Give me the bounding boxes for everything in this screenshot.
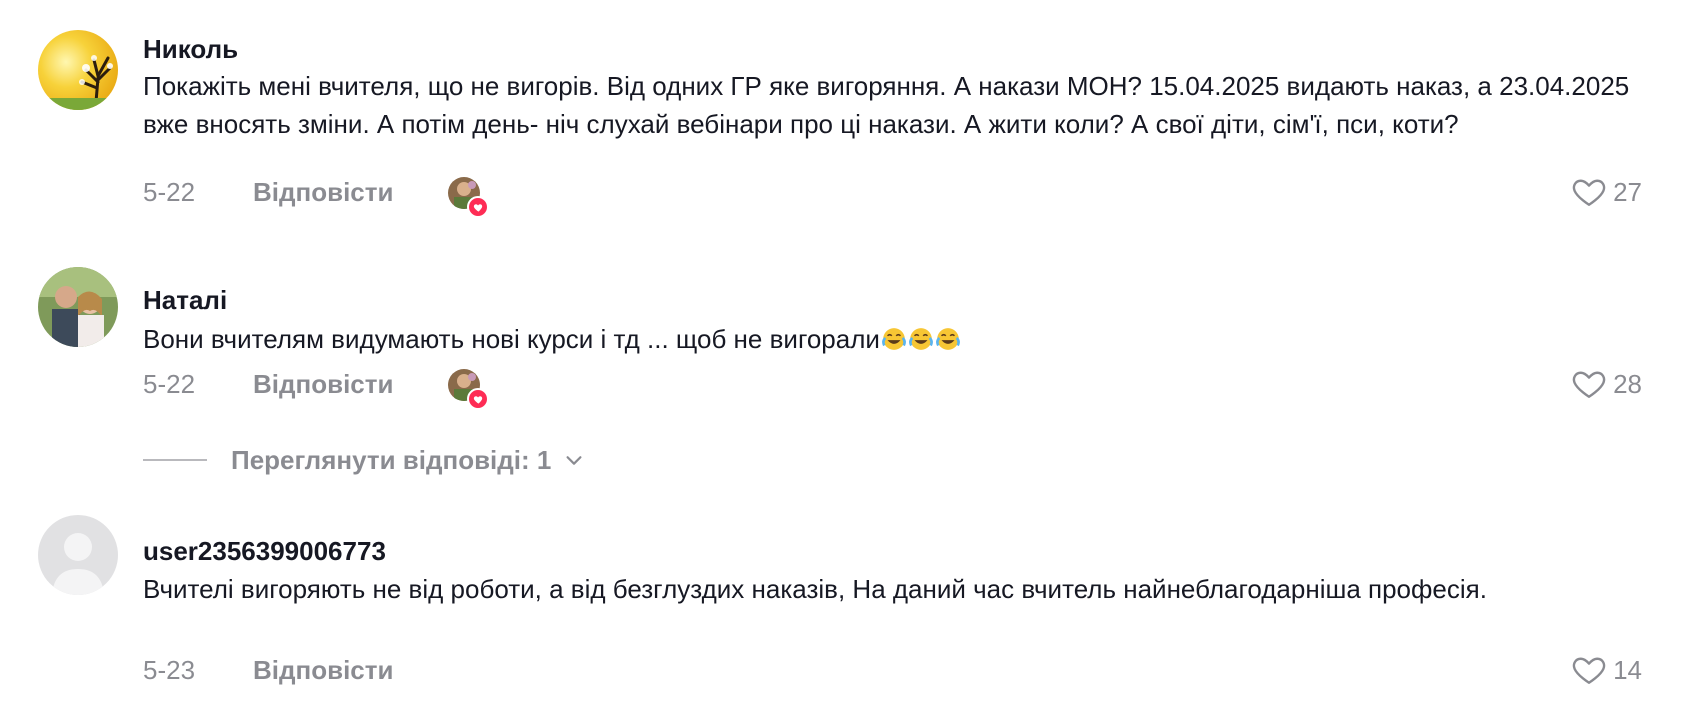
chevron-down-icon bbox=[566, 456, 582, 465]
heart-outline-icon bbox=[1572, 179, 1606, 206]
reply-button[interactable]: Відповісти bbox=[253, 655, 393, 686]
face-with-tears-of-joy-icon bbox=[909, 328, 933, 350]
like-count: 27 bbox=[1613, 176, 1642, 207]
avatar[interactable] bbox=[38, 515, 118, 595]
like-button[interactable]: 28 bbox=[1571, 364, 1642, 404]
creator-liked-indicator bbox=[448, 177, 489, 218]
comment-text: Вони вчителям видумають нові курси і тд … bbox=[143, 320, 1643, 358]
view-replies-label: Переглянути відповіді: 1 bbox=[231, 444, 552, 475]
comment-text-body: Вони вчителям видумають нові курси і тд … bbox=[143, 324, 880, 354]
heart-filled-icon bbox=[467, 196, 489, 218]
reply-button[interactable]: Відповісти bbox=[253, 369, 393, 400]
comment-username[interactable]: Николь bbox=[143, 34, 238, 65]
default-avatar-icon bbox=[38, 515, 118, 595]
view-replies-divider bbox=[143, 459, 207, 461]
comment-meta: 5-22 Відповісти bbox=[143, 364, 393, 404]
like-button[interactable]: 14 bbox=[1571, 650, 1642, 690]
reply-button[interactable]: Відповісти bbox=[253, 177, 393, 208]
comment-list: Николь Покажіть мені вчителя, що не виго… bbox=[0, 0, 1682, 718]
face-with-tears-of-joy-icon bbox=[882, 328, 906, 350]
view-replies-button[interactable]: Переглянути відповіді: 1 bbox=[143, 440, 585, 480]
like-button[interactable]: 27 bbox=[1571, 172, 1642, 212]
creator-liked-indicator bbox=[448, 369, 489, 410]
comment-text: Вчителі вигоряють не від роботи, а від б… bbox=[143, 574, 1487, 604]
avatar[interactable] bbox=[38, 30, 118, 110]
comment-text: Покажіть мені вчителя, що не вигорів. Ві… bbox=[143, 71, 1630, 139]
comment-username[interactable]: Наталі bbox=[143, 285, 227, 316]
face-with-tears-of-joy-icon bbox=[936, 328, 960, 350]
avatar-image bbox=[38, 30, 118, 110]
comment-date: 5-22 bbox=[143, 368, 196, 399]
comment-username[interactable]: user2356399006773 bbox=[143, 536, 386, 567]
like-count: 28 bbox=[1613, 368, 1642, 399]
heart-outline-icon bbox=[1572, 657, 1606, 684]
comment-date: 5-22 bbox=[143, 176, 196, 207]
heart-outline-icon bbox=[1572, 371, 1606, 398]
like-count: 14 bbox=[1613, 654, 1642, 685]
comment-meta: 5-23 Відповісти bbox=[143, 650, 393, 690]
avatar-image bbox=[38, 267, 118, 347]
comment-meta: 5-22 Відповісти bbox=[143, 172, 393, 212]
avatar[interactable] bbox=[38, 267, 118, 347]
comment-date: 5-23 bbox=[143, 654, 196, 685]
heart-filled-icon bbox=[467, 388, 489, 410]
